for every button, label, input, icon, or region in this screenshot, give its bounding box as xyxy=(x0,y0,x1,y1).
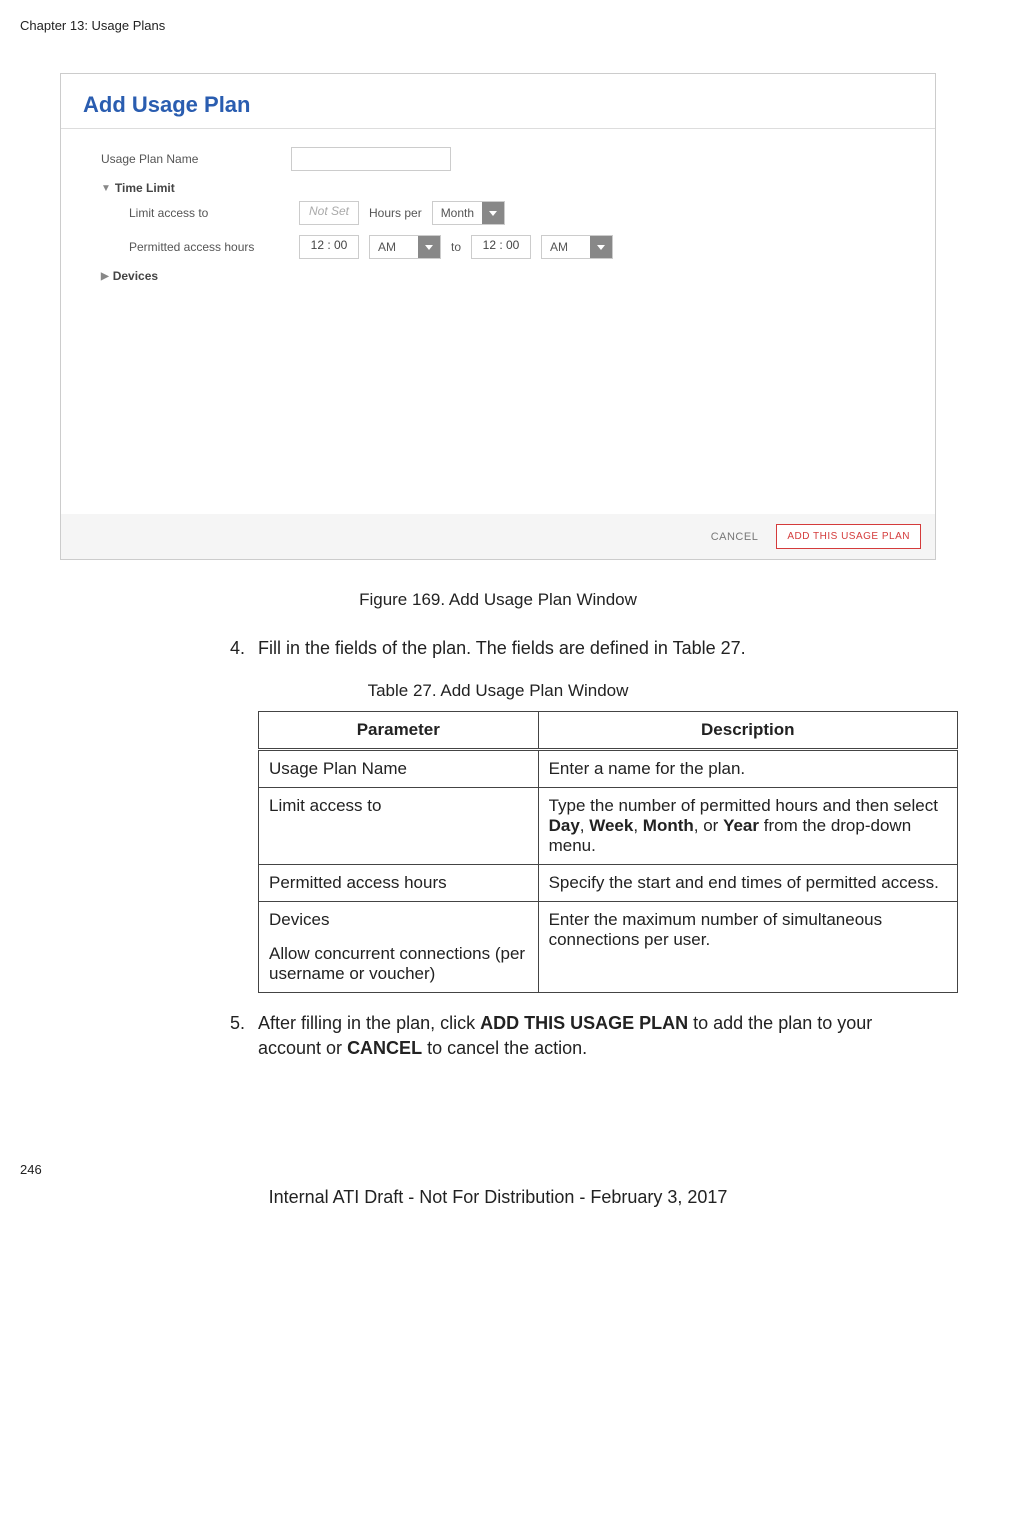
step-number: 4. xyxy=(230,636,258,661)
section-time-limit[interactable]: ▼ Time Limit xyxy=(101,181,905,195)
cell-desc: Enter the maximum number of simultaneous… xyxy=(538,902,957,993)
table-row: Usage Plan Name Enter a name for the pla… xyxy=(259,750,958,788)
start-time-input[interactable]: 12 : 00 xyxy=(299,235,359,259)
figure-container: Add Usage Plan Usage Plan Name ▼ Time Li… xyxy=(60,73,936,560)
start-ampm-dropdown[interactable]: AM xyxy=(369,235,441,259)
chevron-down-icon xyxy=(482,202,504,224)
chevron-down-icon xyxy=(590,236,612,258)
label-devices: Devices xyxy=(113,269,158,283)
section-devices[interactable]: ▶ Devices xyxy=(101,269,905,283)
time-limit-content: Limit access to Not Set Hours per Month … xyxy=(101,201,905,259)
dialog-body: Usage Plan Name ▼ Time Limit Limit acces… xyxy=(61,129,935,499)
row-plan-name: Usage Plan Name xyxy=(101,147,905,171)
cell-param: Devices Allow concurrent connections (pe… xyxy=(259,902,539,993)
row-limit-access: Limit access to Not Set Hours per Month xyxy=(129,201,905,225)
step-list: 5. After filling in the plan, click ADD … xyxy=(230,1011,916,1061)
add-usage-plan-button[interactable]: ADD THIS USAGE PLAN xyxy=(776,524,921,549)
table-row: Devices Allow concurrent connections (pe… xyxy=(259,902,958,993)
step-text: Fill in the fields of the plan. The fiel… xyxy=(258,636,916,661)
end-time-input[interactable]: 12 : 00 xyxy=(471,235,531,259)
header-parameter: Parameter xyxy=(259,712,539,750)
label-time-limit: Time Limit xyxy=(115,181,175,195)
parameter-table: Parameter Description Usage Plan Name En… xyxy=(258,711,958,993)
header-description: Description xyxy=(538,712,957,750)
step-5: 5. After filling in the plan, click ADD … xyxy=(230,1011,916,1061)
label-permitted-hours: Permitted access hours xyxy=(129,240,289,254)
cell-param: Usage Plan Name xyxy=(259,750,539,788)
cancel-button[interactable]: CANCEL xyxy=(711,531,759,543)
step-text: After filling in the plan, click ADD THI… xyxy=(258,1011,916,1061)
row-permitted-hours: Permitted access hours 12 : 00 AM to 12 … xyxy=(129,235,905,259)
cell-desc: Enter a name for the plan. xyxy=(538,750,957,788)
chevron-down-icon: ▼ xyxy=(101,183,111,194)
end-ampm-dropdown[interactable]: AM xyxy=(541,235,613,259)
step-list: 4. Fill in the fields of the plan. The f… xyxy=(230,636,916,661)
label-plan-name: Usage Plan Name xyxy=(101,152,281,166)
table-header-row: Parameter Description xyxy=(259,712,958,750)
cell-param: Permitted access hours xyxy=(259,865,539,902)
start-ampm-value: AM xyxy=(370,240,418,254)
chevron-right-icon: ▶ xyxy=(101,271,109,282)
chapter-header: Chapter 13: Usage Plans xyxy=(20,18,976,33)
period-selected: Month xyxy=(433,206,482,220)
table-caption: Table 27. Add Usage Plan Window xyxy=(20,681,976,701)
period-dropdown[interactable]: Month xyxy=(432,201,505,225)
chevron-down-icon xyxy=(418,236,440,258)
table-row: Limit access to Type the number of permi… xyxy=(259,788,958,865)
cell-desc: Type the number of permitted hours and t… xyxy=(538,788,957,865)
label-limit-access: Limit access to xyxy=(129,206,289,220)
plan-name-input[interactable] xyxy=(291,147,451,171)
label-to: to xyxy=(451,240,461,254)
limit-hours-input[interactable]: Not Set xyxy=(299,201,359,225)
label-hours-per: Hours per xyxy=(369,206,422,220)
cell-desc: Specify the start and end times of permi… xyxy=(538,865,957,902)
page-number: 246 xyxy=(20,1162,976,1177)
table-row: Permitted access hours Specify the start… xyxy=(259,865,958,902)
end-ampm-value: AM xyxy=(542,240,590,254)
add-usage-plan-dialog: Add Usage Plan Usage Plan Name ▼ Time Li… xyxy=(60,73,936,560)
cell-param: Limit access to xyxy=(259,788,539,865)
figure-caption: Figure 169. Add Usage Plan Window xyxy=(20,590,976,610)
dialog-footer: CANCEL ADD THIS USAGE PLAN xyxy=(61,514,935,559)
page-footer: Internal ATI Draft - Not For Distributio… xyxy=(20,1187,976,1208)
step-4: 4. Fill in the fields of the plan. The f… xyxy=(230,636,916,661)
step-number: 5. xyxy=(230,1011,258,1061)
dialog-title: Add Usage Plan xyxy=(61,74,935,129)
